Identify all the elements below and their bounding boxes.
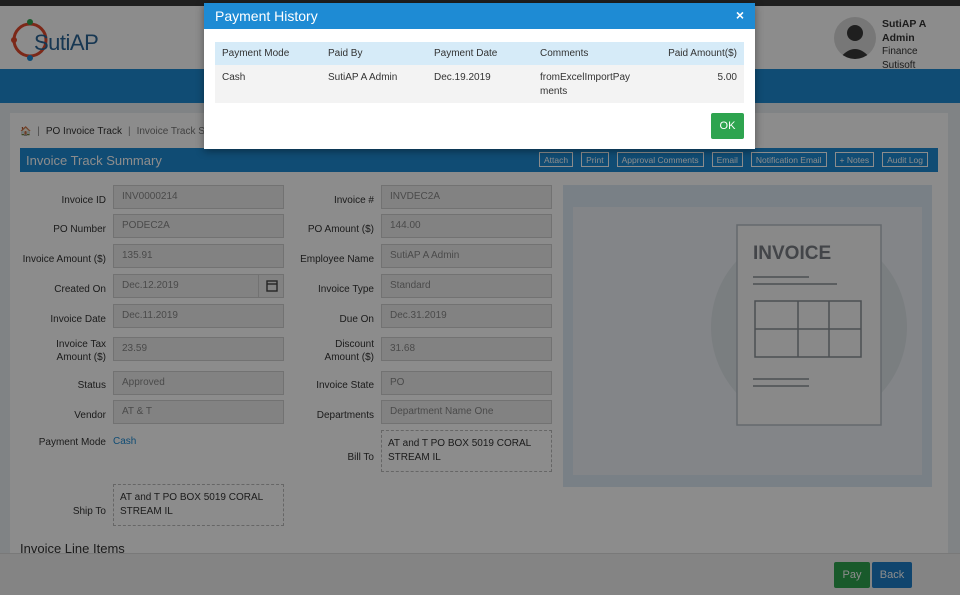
cell-payment-mode: Cash <box>215 65 321 103</box>
payment-history-table: Payment Mode Paid By Payment Date Commen… <box>215 42 744 103</box>
table-row: Cash SutiAP A Admin Dec.19.2019 fromExce… <box>215 65 744 103</box>
ok-button[interactable]: OK <box>711 113 744 139</box>
cell-paid-by: SutiAP A Admin <box>321 65 427 103</box>
comments-text: fromExcelImportPayments <box>540 72 631 97</box>
column-paid-amount: Paid Amount($) <box>643 42 744 65</box>
cell-paid-amount: 5.00 <box>643 65 744 103</box>
column-comments: Comments <box>533 42 643 65</box>
payment-history-modal: Payment History × Payment Mode Paid By P… <box>204 3 755 149</box>
column-payment-mode: Payment Mode <box>215 42 321 65</box>
cell-payment-date: Dec.19.2019 <box>427 65 533 103</box>
close-icon[interactable]: × <box>736 7 744 23</box>
modal-title: Payment History <box>215 8 318 24</box>
column-paid-by: Paid By <box>321 42 427 65</box>
table-header-row: Payment Mode Paid By Payment Date Commen… <box>215 42 744 65</box>
modal-header: Payment History × <box>204 3 755 29</box>
column-payment-date: Payment Date <box>427 42 533 65</box>
cell-comments: fromExcelImportPayments <box>533 65 643 103</box>
